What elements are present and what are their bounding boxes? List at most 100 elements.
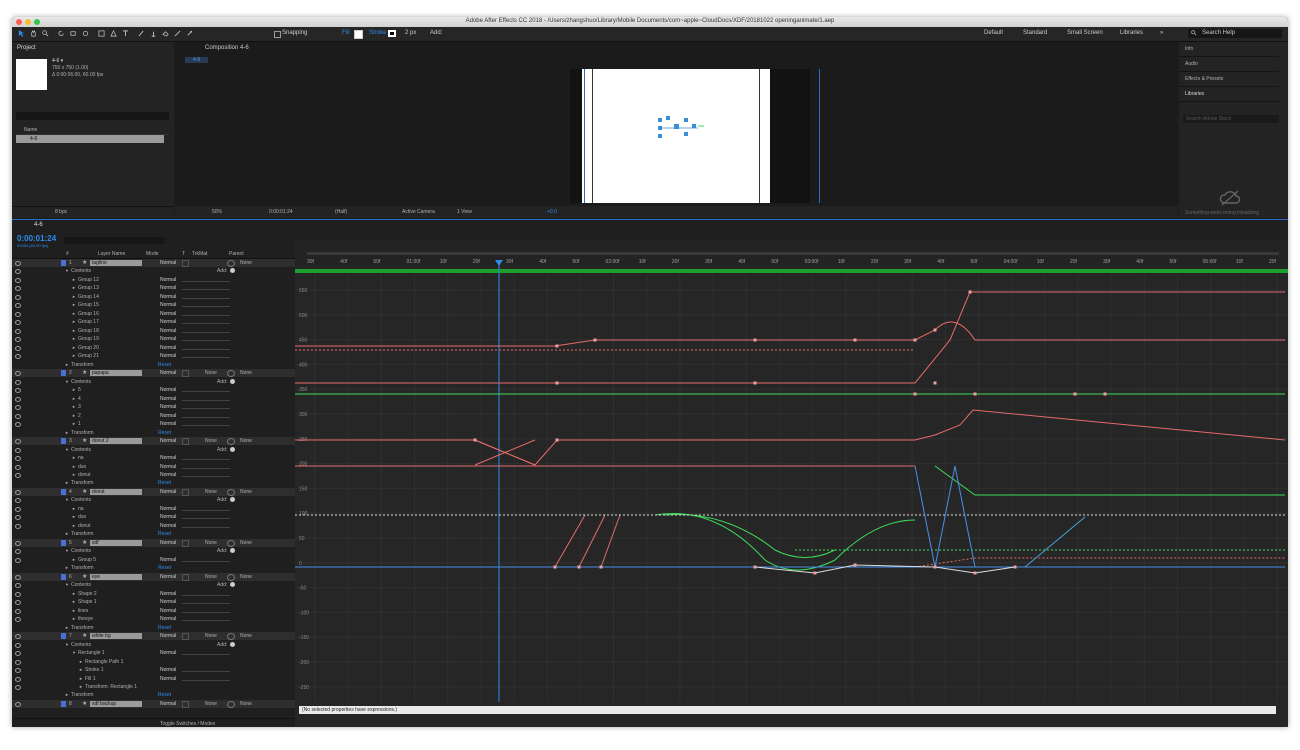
visibility-eye-icon[interactable] — [15, 337, 21, 342]
layer-mode-dropdown[interactable]: Normal — [160, 633, 176, 639]
visibility-eye-icon[interactable] — [15, 388, 21, 393]
group-row[interactable]: ▼ Contents Add: — [12, 496, 292, 504]
group-row[interactable]: ▼ Contents Add: — [12, 547, 292, 555]
layer-t-checkbox[interactable] — [182, 370, 189, 377]
audio-panel-tab[interactable]: Audio — [1179, 57, 1279, 72]
clone-stamp-tool-icon[interactable] — [150, 30, 157, 37]
property-row[interactable]: ► Group 15 Normal — [12, 301, 292, 309]
transform-row[interactable]: ► Transform Reset — [12, 479, 292, 487]
layer-row[interactable]: 8 ★ xdf backup Normal None None — [12, 700, 295, 708]
visibility-eye-icon[interactable] — [15, 609, 21, 614]
visibility-eye-icon[interactable] — [15, 329, 21, 334]
hand-tool-icon[interactable] — [30, 30, 37, 37]
star-icon[interactable]: ★ — [82, 488, 87, 495]
visibility-eye-icon[interactable] — [15, 422, 21, 427]
star-icon[interactable]: ★ — [82, 259, 87, 266]
t-column-header[interactable]: T — [182, 251, 185, 257]
visibility-eye-icon[interactable] — [15, 600, 21, 605]
visibility-eye-icon[interactable] — [15, 465, 21, 470]
property-mode-dropdown[interactable]: Normal — [160, 650, 176, 656]
layer-parent-dropdown[interactable]: None — [240, 370, 252, 376]
transform-row[interactable]: ► Transform Reset — [12, 624, 292, 632]
layer-name[interactable]: papapa — [90, 370, 142, 376]
timeline-tab[interactable]: 4-6 — [34, 222, 43, 228]
parent-pickwhip-icon[interactable] — [227, 370, 235, 377]
libraries-search-field[interactable]: Search Adobe Stock — [1183, 115, 1279, 123]
visibility-eye-icon[interactable] — [15, 439, 21, 444]
layer-name[interactable]: donut — [90, 489, 142, 495]
property-row[interactable]: ► Transform: Rectangle 1 — [12, 683, 292, 691]
graph-editor-canvas[interactable]: 30f 40f 50f 01:00f 10f 20f 30f 40f 50f 02:00f 10f 2… — [295, 240, 1288, 727]
disclosure-triangle-icon[interactable]: ► — [72, 506, 76, 511]
exposure-value[interactable]: +0.0 — [547, 209, 557, 215]
parent-pickwhip-icon[interactable] — [227, 438, 235, 445]
property-row[interactable]: ► Group 21 Normal — [12, 352, 292, 360]
layer-row[interactable]: 6 ★ eye Normal None None — [12, 573, 295, 581]
disclosure-triangle-icon[interactable]: ► — [72, 472, 76, 477]
layer-trkmat-dropdown[interactable]: None — [205, 370, 217, 376]
layer-parent-dropdown[interactable]: None — [240, 574, 252, 580]
visibility-eye-icon[interactable] — [15, 634, 21, 639]
disclosure-triangle-icon[interactable]: ► — [65, 565, 69, 570]
disclosure-triangle-icon[interactable]: ► — [72, 396, 76, 401]
project-panel-title[interactable]: Project — [17, 45, 36, 51]
workspace-default[interactable]: Default — [984, 30, 1003, 36]
puppet-tool-icon[interactable] — [186, 30, 193, 37]
trkmat-column-header[interactable]: TrkMat — [192, 251, 207, 257]
property-mode-dropdown[interactable]: Normal — [160, 506, 176, 512]
group-row[interactable]: ▼ Contents Add: — [12, 446, 292, 454]
disclosure-triangle-icon[interactable]: ▼ — [65, 447, 69, 452]
disclosure-triangle-icon[interactable]: ► — [65, 531, 69, 536]
property-row[interactable]: ► 4 Normal — [12, 395, 292, 403]
property-mode-dropdown[interactable]: Normal — [160, 302, 176, 308]
layer-mode-dropdown[interactable]: Normal — [160, 574, 176, 580]
property-mode-dropdown[interactable]: Normal — [160, 294, 176, 300]
disclosure-triangle-icon[interactable]: ▼ — [72, 650, 76, 655]
property-row[interactable]: ► Group 12 Normal — [12, 276, 292, 284]
visibility-eye-icon[interactable] — [15, 643, 21, 648]
visibility-eye-icon[interactable] — [15, 498, 21, 503]
reset-button[interactable]: Reset — [158, 480, 171, 486]
property-mode-dropdown[interactable]: Normal — [160, 523, 176, 529]
transform-row[interactable]: ► Transform Reset — [12, 564, 292, 572]
add-circle-icon[interactable] — [230, 447, 235, 452]
layer-name[interactable]: xdf backup — [90, 701, 142, 707]
fill-label[interactable]: Fill — [342, 30, 350, 36]
layer-trkmat-dropdown[interactable]: None — [205, 489, 217, 495]
disclosure-triangle-icon[interactable]: ▼ — [65, 642, 69, 647]
property-mode-dropdown[interactable]: Normal — [160, 591, 176, 597]
visibility-eye-icon[interactable] — [15, 456, 21, 461]
disclosure-triangle-icon[interactable]: ► — [72, 599, 76, 604]
property-mode-dropdown[interactable]: Normal — [160, 413, 176, 419]
disclosure-triangle-icon[interactable]: ▼ — [65, 548, 69, 553]
layer-name[interactable]: eye — [90, 574, 142, 580]
property-row[interactable]: ► 5 Normal — [12, 386, 292, 394]
layer-parent-dropdown[interactable]: None — [240, 489, 252, 495]
property-mode-dropdown[interactable]: Normal — [160, 387, 176, 393]
layer-name[interactable]: xdf — [90, 540, 142, 546]
visibility-eye-icon[interactable] — [15, 405, 21, 410]
add-circle-icon[interactable] — [230, 642, 235, 647]
add-menu-button[interactable]: Add: — [217, 548, 227, 554]
visibility-eye-icon[interactable] — [15, 685, 21, 690]
visibility-eye-icon[interactable] — [15, 354, 21, 359]
property-row[interactable]: ► Group 17 Normal — [12, 318, 292, 326]
property-row[interactable]: ► Group 19 Normal — [12, 335, 292, 343]
disclosure-triangle-icon[interactable]: ► — [72, 285, 76, 290]
visibility-eye-icon[interactable] — [15, 660, 21, 665]
disclosure-triangle-icon[interactable]: ► — [72, 387, 76, 392]
layer-label-color[interactable] — [61, 370, 66, 376]
eraser-tool-icon[interactable] — [162, 30, 169, 37]
visibility-eye-icon[interactable] — [15, 261, 21, 266]
property-row[interactable]: ► Group 16 Normal — [12, 310, 292, 318]
effects-presets-panel-tab[interactable]: Effects & Presets — [1179, 72, 1279, 87]
workspace-small-screen[interactable]: Small Screen — [1067, 30, 1103, 36]
layer-t-checkbox[interactable] — [182, 633, 189, 640]
property-mode-dropdown[interactable]: Normal — [160, 616, 176, 622]
workspace-standard[interactable]: Standard — [1023, 30, 1047, 36]
add-menu-button[interactable]: Add: — [217, 582, 227, 588]
disclosure-triangle-icon[interactable]: ► — [72, 421, 76, 426]
disclosure-triangle-icon[interactable]: ► — [72, 455, 76, 460]
layer-row[interactable]: 1 ★ tagline Normal None — [12, 259, 295, 267]
disclosure-triangle-icon[interactable]: ► — [72, 311, 76, 316]
